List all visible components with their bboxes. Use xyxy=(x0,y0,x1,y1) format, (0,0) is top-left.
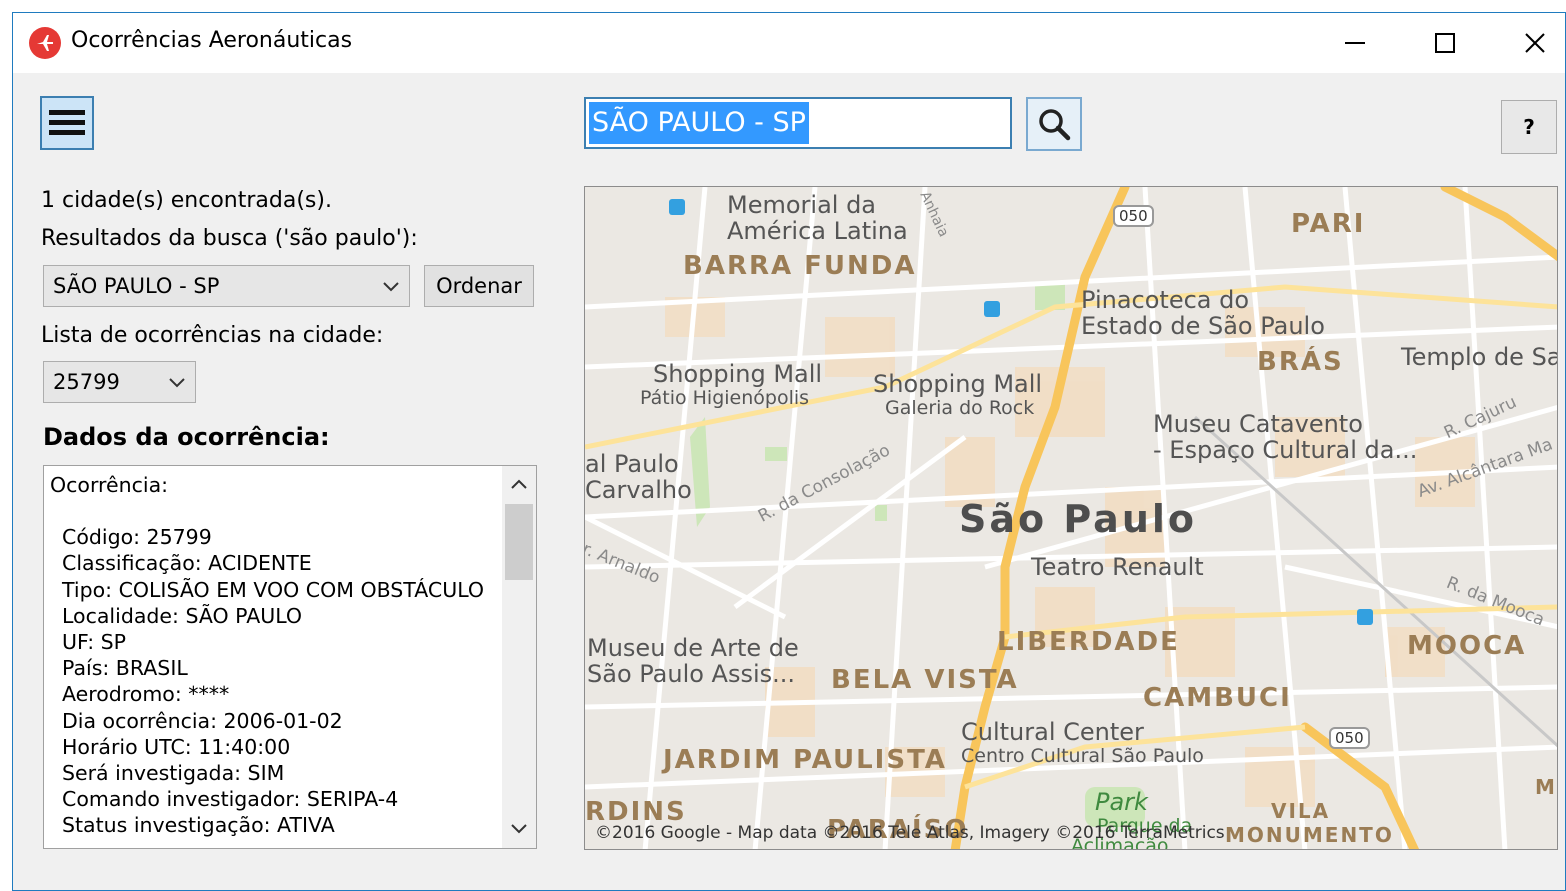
maximize-button[interactable] xyxy=(1417,21,1473,65)
map-district-bras: BRÁS xyxy=(1257,347,1344,377)
detail-line: Status investigação: ATIVA xyxy=(62,813,335,838)
map-route-shield: 050 xyxy=(1329,727,1370,749)
map-credit: ©2016 Google - Map data ©2016 Tele Atlas… xyxy=(595,823,1225,843)
map-district-barra-funda: BARRA FUNDA xyxy=(683,251,917,281)
scroll-up-button[interactable] xyxy=(502,474,536,498)
results-count-label: 1 cidade(s) encontrada(s). xyxy=(41,188,332,213)
scroll-thumb[interactable] xyxy=(505,504,533,580)
hamburger-icon xyxy=(49,110,85,135)
bus-stop-icon xyxy=(669,199,685,215)
map-label-templo: Templo de Sa xyxy=(1401,343,1558,371)
city-select-value: SÃO PAULO - SP xyxy=(53,274,220,298)
scroll-down-button[interactable] xyxy=(502,818,536,842)
occurrence-list-label: Lista de ocorrências na cidade: xyxy=(41,323,384,348)
detail-line: País: BRASIL xyxy=(62,656,188,681)
map-label-shopping-galeria-sub: Galeria do Rock xyxy=(885,397,1035,419)
detail-line: Classificação: ACIDENTE xyxy=(62,551,312,576)
occurrence-details-title: Dados da ocorrência: xyxy=(43,423,330,451)
minimize-icon xyxy=(1345,42,1365,44)
detail-line: Dia ocorrência: 2006-01-02 xyxy=(62,708,343,733)
sort-button[interactable]: Ordenar xyxy=(424,265,534,307)
map-label-cultural-center: Cultural Center xyxy=(961,718,1144,746)
detail-line: Tipo: COLISÃO EM VOO COM OBSTÁCULO xyxy=(62,577,485,602)
detail-line: Localidade: SÃO PAULO xyxy=(62,603,303,628)
close-button[interactable] xyxy=(1507,21,1563,65)
chevron-down-icon xyxy=(169,378,185,388)
map-district-pari: PARI xyxy=(1291,209,1366,239)
map-district-monumento: MONUMENTO xyxy=(1225,823,1394,847)
map-city-label: São Paulo xyxy=(959,497,1198,541)
map-district-m: M xyxy=(1535,775,1557,799)
map-label-shopping-higienopolis: Shopping Mall xyxy=(653,360,823,388)
menu-button[interactable] xyxy=(40,96,94,150)
detail-line: Código: 25799 xyxy=(62,525,212,550)
window-title: Ocorrências Aeronáuticas xyxy=(71,28,353,53)
map-district-mooca: MOOCA xyxy=(1407,631,1527,661)
map-label-paulo-carvalho: al Paulo Carvalho xyxy=(585,450,692,504)
search-button[interactable] xyxy=(1026,97,1082,151)
map-label-park: Park xyxy=(1095,788,1148,816)
title-bar[interactable]: Ocorrências Aeronáuticas xyxy=(13,13,1565,73)
map-route-shield: 050 xyxy=(1113,205,1154,227)
city-select[interactable]: SÃO PAULO - SP xyxy=(43,265,410,307)
occurrence-select-value: 25799 xyxy=(53,370,120,394)
app-window: Ocorrências Aeronáuticas SÃO PAULO - SP … xyxy=(12,12,1566,891)
map-district-liberdade: LIBERDADE xyxy=(997,627,1180,657)
map-label-shopping-galeria: Shopping Mall xyxy=(873,370,1043,398)
help-button[interactable]: ? xyxy=(1501,100,1557,154)
map-district-jardim-paulista: JARDIM PAULISTA xyxy=(663,745,947,775)
map-label-pinacoteca: Pinacoteca do Estado de São Paulo xyxy=(1081,286,1325,340)
occurrence-select[interactable]: 25799 xyxy=(43,361,196,403)
map-district-vila: VILA xyxy=(1271,799,1331,823)
search-icon xyxy=(1039,109,1071,141)
airplane-app-icon xyxy=(29,27,61,59)
map-district-bela-vista: BELA VISTA xyxy=(831,665,1019,695)
map-label-teatro: Teatro Renault xyxy=(1031,553,1204,581)
map-label-catavento: Museu Catavento - Espaço Cultural da... xyxy=(1153,410,1418,464)
minimize-button[interactable] xyxy=(1327,21,1383,65)
map-label-masp: Museu de Arte de São Paulo Assis... xyxy=(587,634,799,688)
detail-line: Comando investigador: SERIPA-4 xyxy=(62,787,399,812)
chevron-down-icon xyxy=(383,282,399,292)
maximize-icon xyxy=(1435,33,1455,53)
map-district-cambuci: CAMBUCI xyxy=(1143,683,1292,713)
occurrence-details-textbox[interactable]: Ocorrência: Código: 25799 Classificação:… xyxy=(43,465,537,849)
bus-stop-icon xyxy=(1357,609,1373,625)
chevron-down-icon xyxy=(511,824,527,834)
detail-line: Será investigada: SIM xyxy=(62,761,285,786)
map-view[interactable]: Memorial da América Latina BARRA FUNDA PA… xyxy=(584,186,1558,850)
detail-line: UF: SP xyxy=(62,630,127,655)
details-header: Ocorrência: xyxy=(50,473,169,497)
occurrence-details-content: Ocorrência: Código: 25799 Classificação:… xyxy=(50,472,500,839)
bus-stop-icon xyxy=(984,301,1000,317)
detail-line: Aerodromo: **** xyxy=(62,682,230,707)
search-input[interactable]: SÃO PAULO - SP xyxy=(584,97,1012,149)
detail-line: Horário UTC: 11:40:00 xyxy=(62,734,291,759)
map-label-cultural-center-sub: Centro Cultural São Paulo xyxy=(961,745,1204,767)
close-icon xyxy=(1525,33,1545,53)
search-results-label: Resultados da busca ('são paulo'): xyxy=(41,226,418,251)
search-input-value: SÃO PAULO - SP xyxy=(589,102,809,144)
chevron-up-icon xyxy=(511,479,527,489)
map-label-shopping-higienopolis-sub: Pátio Higienópolis xyxy=(640,387,810,409)
map-label-memorial: Memorial da América Latina xyxy=(727,191,908,245)
details-scrollbar[interactable] xyxy=(502,466,536,848)
